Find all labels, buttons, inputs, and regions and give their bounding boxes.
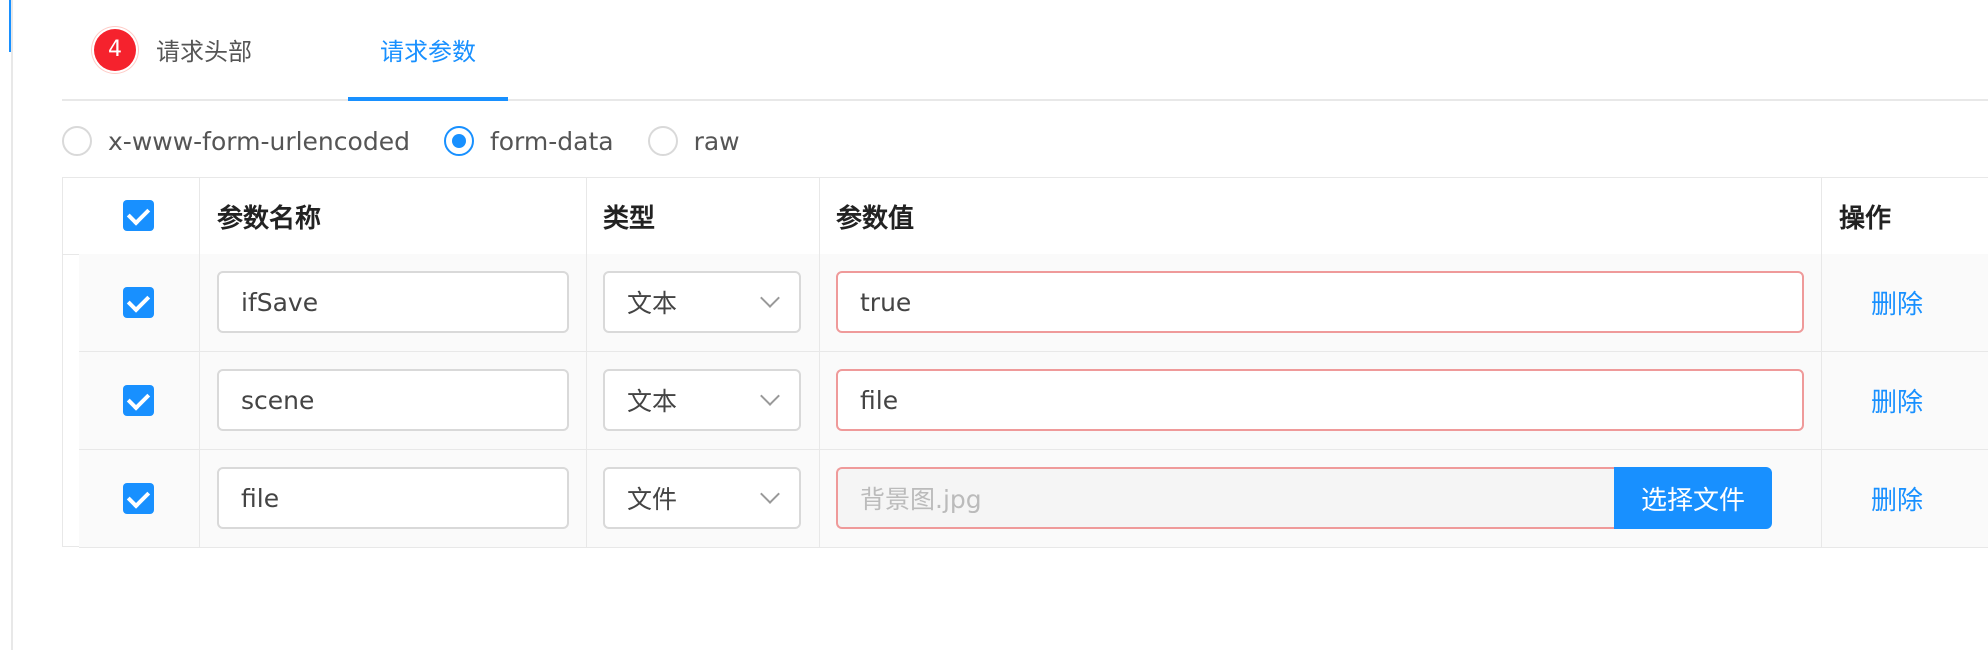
- radio-form-data-circle[interactable]: [443, 126, 474, 156]
- params-table: 参数名称 类型 参数值 操作 ifSave 文本 true 删除 scene 文…: [62, 177, 1988, 548]
- delete-row-link[interactable]: 删除: [1871, 480, 1923, 517]
- table-row: scene 文本 file 删除: [79, 352, 1988, 450]
- param-type-select[interactable]: 文本: [603, 369, 801, 431]
- body-type-radio-group: x-www-form-urlencoded form-data raw: [62, 124, 774, 158]
- column-header-value: 参数值: [836, 203, 915, 234]
- left-divider: [11, 0, 13, 650]
- chevron-down-icon: [760, 386, 780, 406]
- tab-request-params[interactable]: 请求参数: [348, 0, 508, 101]
- param-type-select[interactable]: 文件: [603, 467, 801, 529]
- table-header: 参数名称 类型 参数值 操作: [63, 178, 1988, 255]
- active-tab-indicator: [348, 97, 508, 101]
- column-divider: [199, 178, 200, 548]
- param-type-value: 文本: [627, 289, 678, 318]
- tab-request-headers-label: 请求头部: [156, 38, 252, 66]
- column-divider: [586, 178, 587, 548]
- column-header-name: 参数名称: [217, 203, 322, 234]
- param-type-value: 文本: [627, 387, 678, 416]
- row-checkbox[interactable]: [123, 287, 154, 318]
- table-row: file 文件 背景图.jpg 选择文件 删除: [79, 450, 1988, 548]
- select-all-checkbox[interactable]: [123, 200, 154, 231]
- radio-urlencoded[interactable]: x-www-form-urlencoded: [62, 126, 410, 156]
- column-divider: [1821, 178, 1822, 548]
- delete-row-link[interactable]: 删除: [1871, 382, 1923, 419]
- chevron-down-icon: [760, 484, 780, 504]
- tab-bar: 4 请求头部 请求参数: [62, 0, 1988, 101]
- radio-raw-circle[interactable]: [647, 126, 678, 156]
- radio-form-data[interactable]: form-data: [443, 126, 614, 156]
- choose-file-button[interactable]: 选择文件: [1614, 467, 1772, 529]
- tab-request-headers[interactable]: 4 请求头部: [94, 0, 252, 99]
- param-value-input[interactable]: file: [836, 369, 1804, 431]
- chevron-down-icon: [760, 288, 780, 308]
- row-checkbox[interactable]: [123, 385, 154, 416]
- column-header-action: 操作: [1839, 203, 1892, 234]
- column-header-type: 类型: [603, 203, 656, 234]
- param-name-input[interactable]: ifSave: [217, 271, 569, 333]
- radio-raw-label: raw: [693, 126, 740, 156]
- tab-request-params-label: 请求参数: [380, 38, 476, 66]
- param-type-value: 文件: [627, 485, 678, 514]
- radio-urlencoded-label: x-www-form-urlencoded: [108, 126, 410, 156]
- delete-row-link[interactable]: 删除: [1871, 284, 1923, 321]
- radio-form-data-label: form-data: [489, 126, 614, 156]
- radio-raw[interactable]: raw: [647, 126, 740, 156]
- param-name-input[interactable]: file: [217, 467, 569, 529]
- file-path-input[interactable]: 背景图.jpg: [836, 467, 1614, 529]
- param-name-input[interactable]: scene: [217, 369, 569, 431]
- row-checkbox[interactable]: [123, 483, 154, 514]
- radio-urlencoded-circle[interactable]: [62, 126, 92, 156]
- table-row: ifSave 文本 true 删除: [79, 254, 1988, 352]
- column-divider: [819, 178, 820, 548]
- param-type-select[interactable]: 文本: [603, 271, 801, 333]
- header-count-badge: 4: [94, 28, 136, 71]
- param-value-input[interactable]: true: [836, 271, 1804, 333]
